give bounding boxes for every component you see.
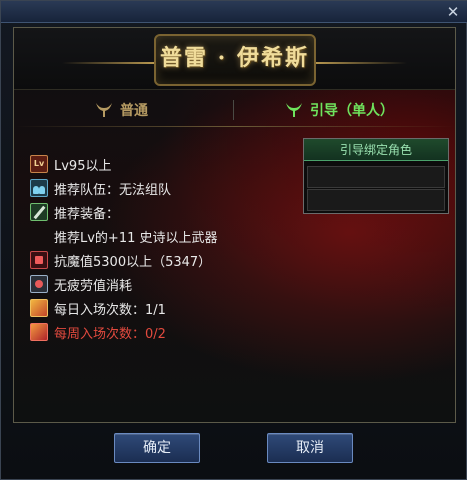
ticket-icon: [30, 323, 48, 341]
list-item-party: 推荐队伍：无法组队: [30, 178, 171, 198]
dungeon-dialog-window: ✕ 普雷 · 伊希斯 普通 引导（单人） 引导绑定角色 Lv Lv95以上 推荐…: [0, 0, 467, 480]
character-slot[interactable]: [307, 166, 445, 188]
dropdown-header[interactable]: 引导绑定角色: [304, 139, 448, 161]
title-plate: 普雷 · 伊希斯: [14, 28, 455, 90]
dungeon-panel: 普雷 · 伊希斯 普通 引导（单人） 引导绑定角色 Lv Lv95以上 推荐队伍…: [13, 27, 456, 423]
level-text: Lv95以上: [54, 158, 112, 174]
daily-entries-text: 每日入场次数：1/1: [54, 302, 166, 318]
resist-text: 抗魔值5300以上（5347）: [54, 254, 212, 270]
list-item-weekly-entries: 每周入场次数：0/2: [30, 322, 166, 342]
tab-guide-label: 引导（单人）: [310, 103, 394, 119]
confirm-button[interactable]: 确定: [114, 433, 200, 463]
party-text: 推荐队伍：无法组队: [54, 182, 172, 198]
horn-icon: [96, 103, 112, 117]
equip-icon: [30, 203, 48, 221]
fatigue-text: 无疲劳值消耗: [54, 278, 133, 294]
titlebar[interactable]: ✕: [1, 1, 467, 23]
list-item-fatigue: 无疲劳值消耗: [30, 274, 132, 294]
list-item-daily-entries: 每日入场次数：1/1: [30, 298, 166, 318]
cancel-button[interactable]: 取消: [267, 433, 353, 463]
weekly-entries-text: 每周入场次数：0/2: [54, 326, 166, 342]
dungeon-title: 普雷 · 伊希斯: [160, 45, 309, 71]
list-item-level: Lv Lv95以上: [30, 154, 111, 174]
tab-underline: [14, 126, 455, 127]
character-slot[interactable]: [307, 189, 445, 211]
tab-normal[interactable]: 普通: [94, 94, 148, 126]
level-icon: Lv: [30, 155, 48, 173]
bound-character-dropdown[interactable]: 引导绑定角色: [303, 138, 449, 214]
mode-tabs: 普通 引导（单人）: [14, 94, 455, 126]
close-icon[interactable]: ✕: [444, 3, 462, 21]
resist-icon: [30, 251, 48, 269]
list-item-equip: 推荐装备：: [30, 202, 119, 222]
ticket-icon: [30, 299, 48, 317]
fatigue-icon: [30, 275, 48, 293]
horn-icon: [286, 103, 302, 117]
equip-detail-text: 推荐Lv的+11 史诗以上武器: [54, 230, 218, 246]
tab-divider: [233, 100, 234, 120]
list-item-equip-detail: 推荐Lv的+11 史诗以上武器: [54, 226, 218, 246]
party-icon: [30, 179, 48, 197]
tab-normal-label: 普通: [120, 103, 148, 119]
equip-text: 推荐装备：: [54, 206, 120, 222]
list-item-resist: 抗魔值5300以上（5347）: [30, 250, 211, 270]
tab-guide-solo[interactable]: 引导（单人）: [284, 94, 394, 126]
